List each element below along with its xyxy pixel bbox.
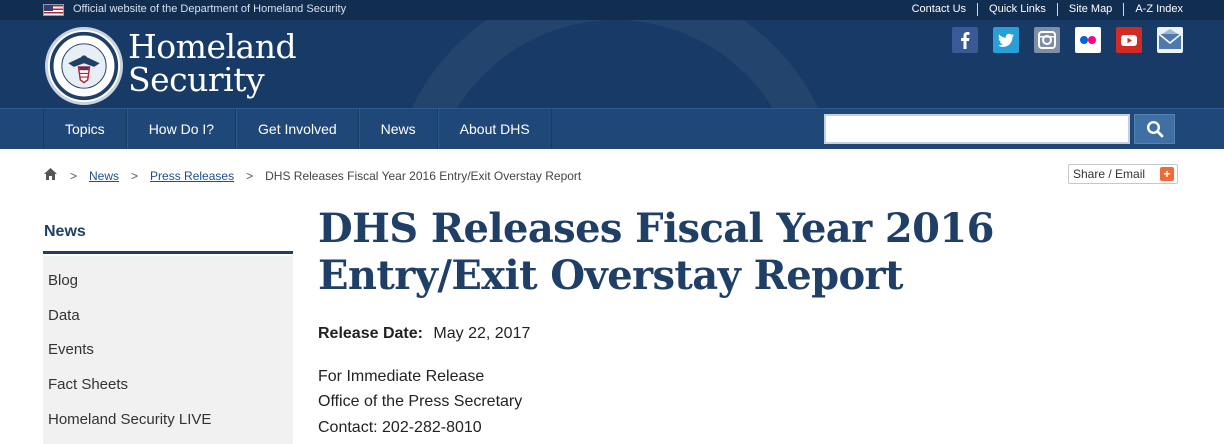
site-header: Homeland Security <box>0 20 1224 108</box>
dhs-seal-logo[interactable] <box>45 27 123 105</box>
search-icon <box>1146 120 1163 138</box>
social-links <box>952 27 1183 53</box>
sidebar-item-blog[interactable]: Blog <box>48 272 78 289</box>
nav-topics[interactable]: Topics <box>43 109 127 149</box>
sidebar-item-fact-sheets[interactable]: Fact Sheets <box>48 376 128 393</box>
page-title: DHS Releases Fiscal Year 2016 Entry/Exit… <box>318 205 994 299</box>
sidebar-item-homeland-security-live[interactable]: Homeland Security LIVE <box>48 411 211 428</box>
share-email-button[interactable]: Share / Email + <box>1068 164 1178 184</box>
breadcrumb-separator: > <box>131 168 139 183</box>
wordmark-line-2: Security <box>128 60 265 99</box>
us-flag-icon <box>43 4 64 16</box>
plus-icon: + <box>1160 167 1174 181</box>
breadcrumb-current: DHS Releases Fiscal Year 2016 Entry/Exit… <box>265 168 582 183</box>
top-utility-bar: Official website of the Department of Ho… <box>0 0 1224 20</box>
release-date: Release Date: May 22, 2017 <box>318 325 530 343</box>
main-navigation: Topics How Do I? Get Involved News About… <box>0 108 1224 149</box>
nav-how-do-i[interactable]: How Do I? <box>126 109 237 149</box>
seal-watermark <box>390 20 840 108</box>
instagram-icon[interactable] <box>1034 27 1060 53</box>
breadcrumb-news-link[interactable]: News <box>89 169 119 183</box>
contact-us-link[interactable]: Contact Us <box>901 3 977 16</box>
youtube-icon[interactable] <box>1116 27 1142 53</box>
home-icon[interactable] <box>43 167 58 184</box>
sidebar-divider <box>43 251 293 254</box>
quick-links-link[interactable]: Quick Links <box>977 3 1057 16</box>
sidebar-item-events[interactable]: Events <box>48 341 94 358</box>
official-website-text: Official website of the Department of Ho… <box>73 3 347 15</box>
homeland-security-wordmark[interactable]: Homeland Security <box>128 27 297 99</box>
email-icon[interactable] <box>1157 27 1183 53</box>
utility-links: Contact Us Quick Links Site Map A-Z Inde… <box>901 3 1183 16</box>
breadcrumb-press-releases-link[interactable]: Press Releases <box>150 169 234 183</box>
nav-get-involved[interactable]: Get Involved <box>236 109 359 149</box>
share-email-label: Share / Email <box>1073 167 1146 181</box>
breadcrumb-separator: > <box>70 168 78 183</box>
search-button[interactable] <box>1134 114 1175 144</box>
az-index-link[interactable]: A-Z Index <box>1123 3 1183 16</box>
twitter-icon[interactable] <box>993 27 1019 53</box>
nav-news[interactable]: News <box>358 109 438 149</box>
breadcrumb-separator: > <box>246 168 254 183</box>
site-map-link[interactable]: Site Map <box>1056 3 1123 16</box>
flickr-icon[interactable] <box>1075 27 1101 53</box>
body-line-press-office: Office of the Press Secretary <box>318 393 523 410</box>
body-line-immediate-release: For Immediate Release <box>318 368 485 385</box>
body-line-contact: Contact: 202-282-8010 <box>318 419 482 436</box>
sidebar-item-data[interactable]: Data <box>48 307 80 324</box>
search-input[interactable] <box>824 114 1130 144</box>
release-date-label: Release Date: <box>318 325 423 342</box>
facebook-icon[interactable] <box>952 27 978 53</box>
wordmark-line-1: Homeland <box>128 27 297 66</box>
nav-about-dhs[interactable]: About DHS <box>437 109 552 149</box>
sidebar-title[interactable]: News <box>44 223 86 241</box>
breadcrumb: > News > Press Releases > DHS Releases F… <box>43 167 581 184</box>
release-date-value: May 22, 2017 <box>433 325 531 342</box>
